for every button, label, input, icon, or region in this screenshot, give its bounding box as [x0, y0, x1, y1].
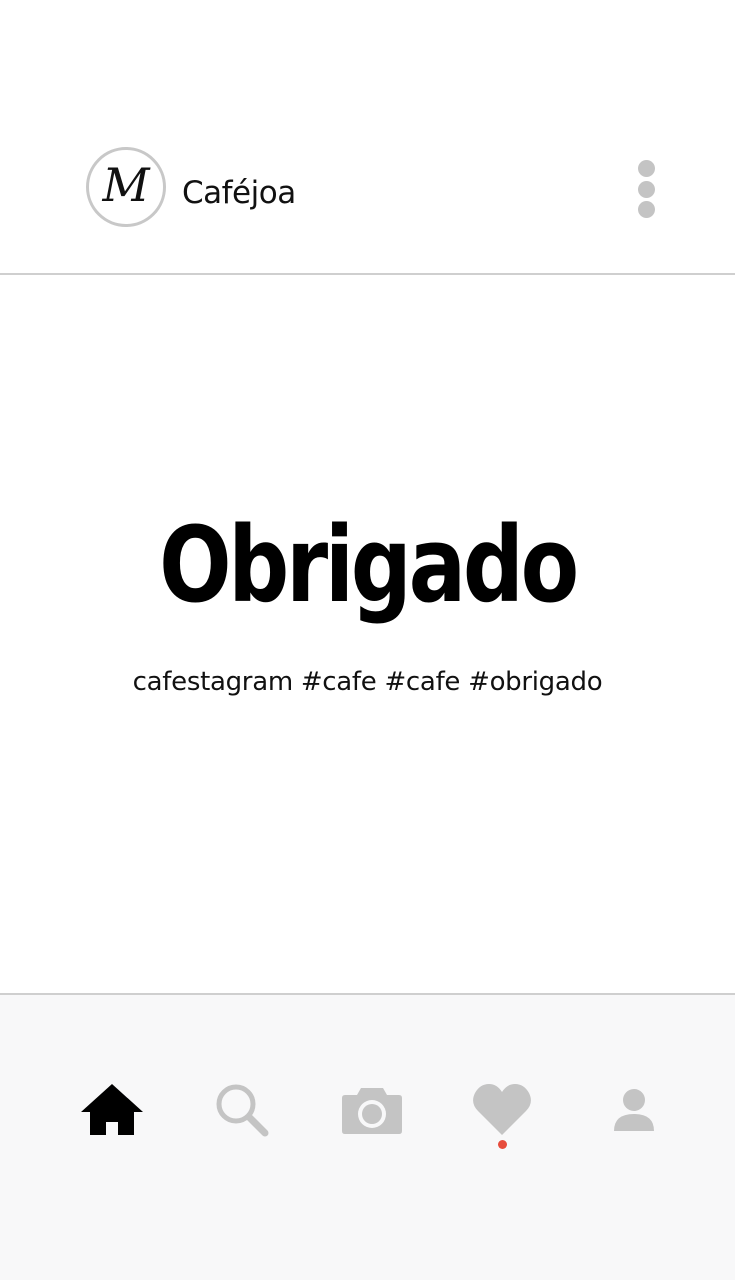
search-icon [216, 1084, 269, 1137]
nav-camera-button[interactable] [332, 1075, 412, 1145]
nav-search-button[interactable] [202, 1075, 282, 1145]
notification-dot [498, 1140, 507, 1149]
more-vertical-icon [637, 201, 655, 218]
post-caption: cafestagram #cafe #cafe #obrigado [132, 667, 603, 697]
more-vertical-icon [637, 180, 655, 198]
avatar-letter: M [102, 158, 150, 212]
post-content: Obrigado cafestagram #cafe #cafe #obriga… [0, 277, 735, 993]
post-headline: Obrigado [159, 504, 579, 626]
account-name[interactable]: Caféjoa [182, 175, 296, 211]
avatar[interactable]: M [86, 147, 166, 227]
nav-profile-button[interactable] [594, 1075, 674, 1145]
user-icon [614, 1089, 654, 1131]
more-options-button[interactable] [626, 156, 666, 222]
home-icon [81, 1084, 143, 1135]
post-header: M Caféjoa [0, 0, 735, 275]
camera-icon [342, 1088, 402, 1134]
heart-icon [473, 1084, 531, 1135]
nav-activity-button[interactable] [462, 1075, 542, 1145]
more-vertical-icon [637, 160, 655, 177]
nav-home-button[interactable] [72, 1075, 152, 1145]
app-screen: M Caféjoa Obrigado cafestagram #cafe #ca… [0, 0, 735, 1280]
bottom-navigation [0, 993, 735, 1280]
